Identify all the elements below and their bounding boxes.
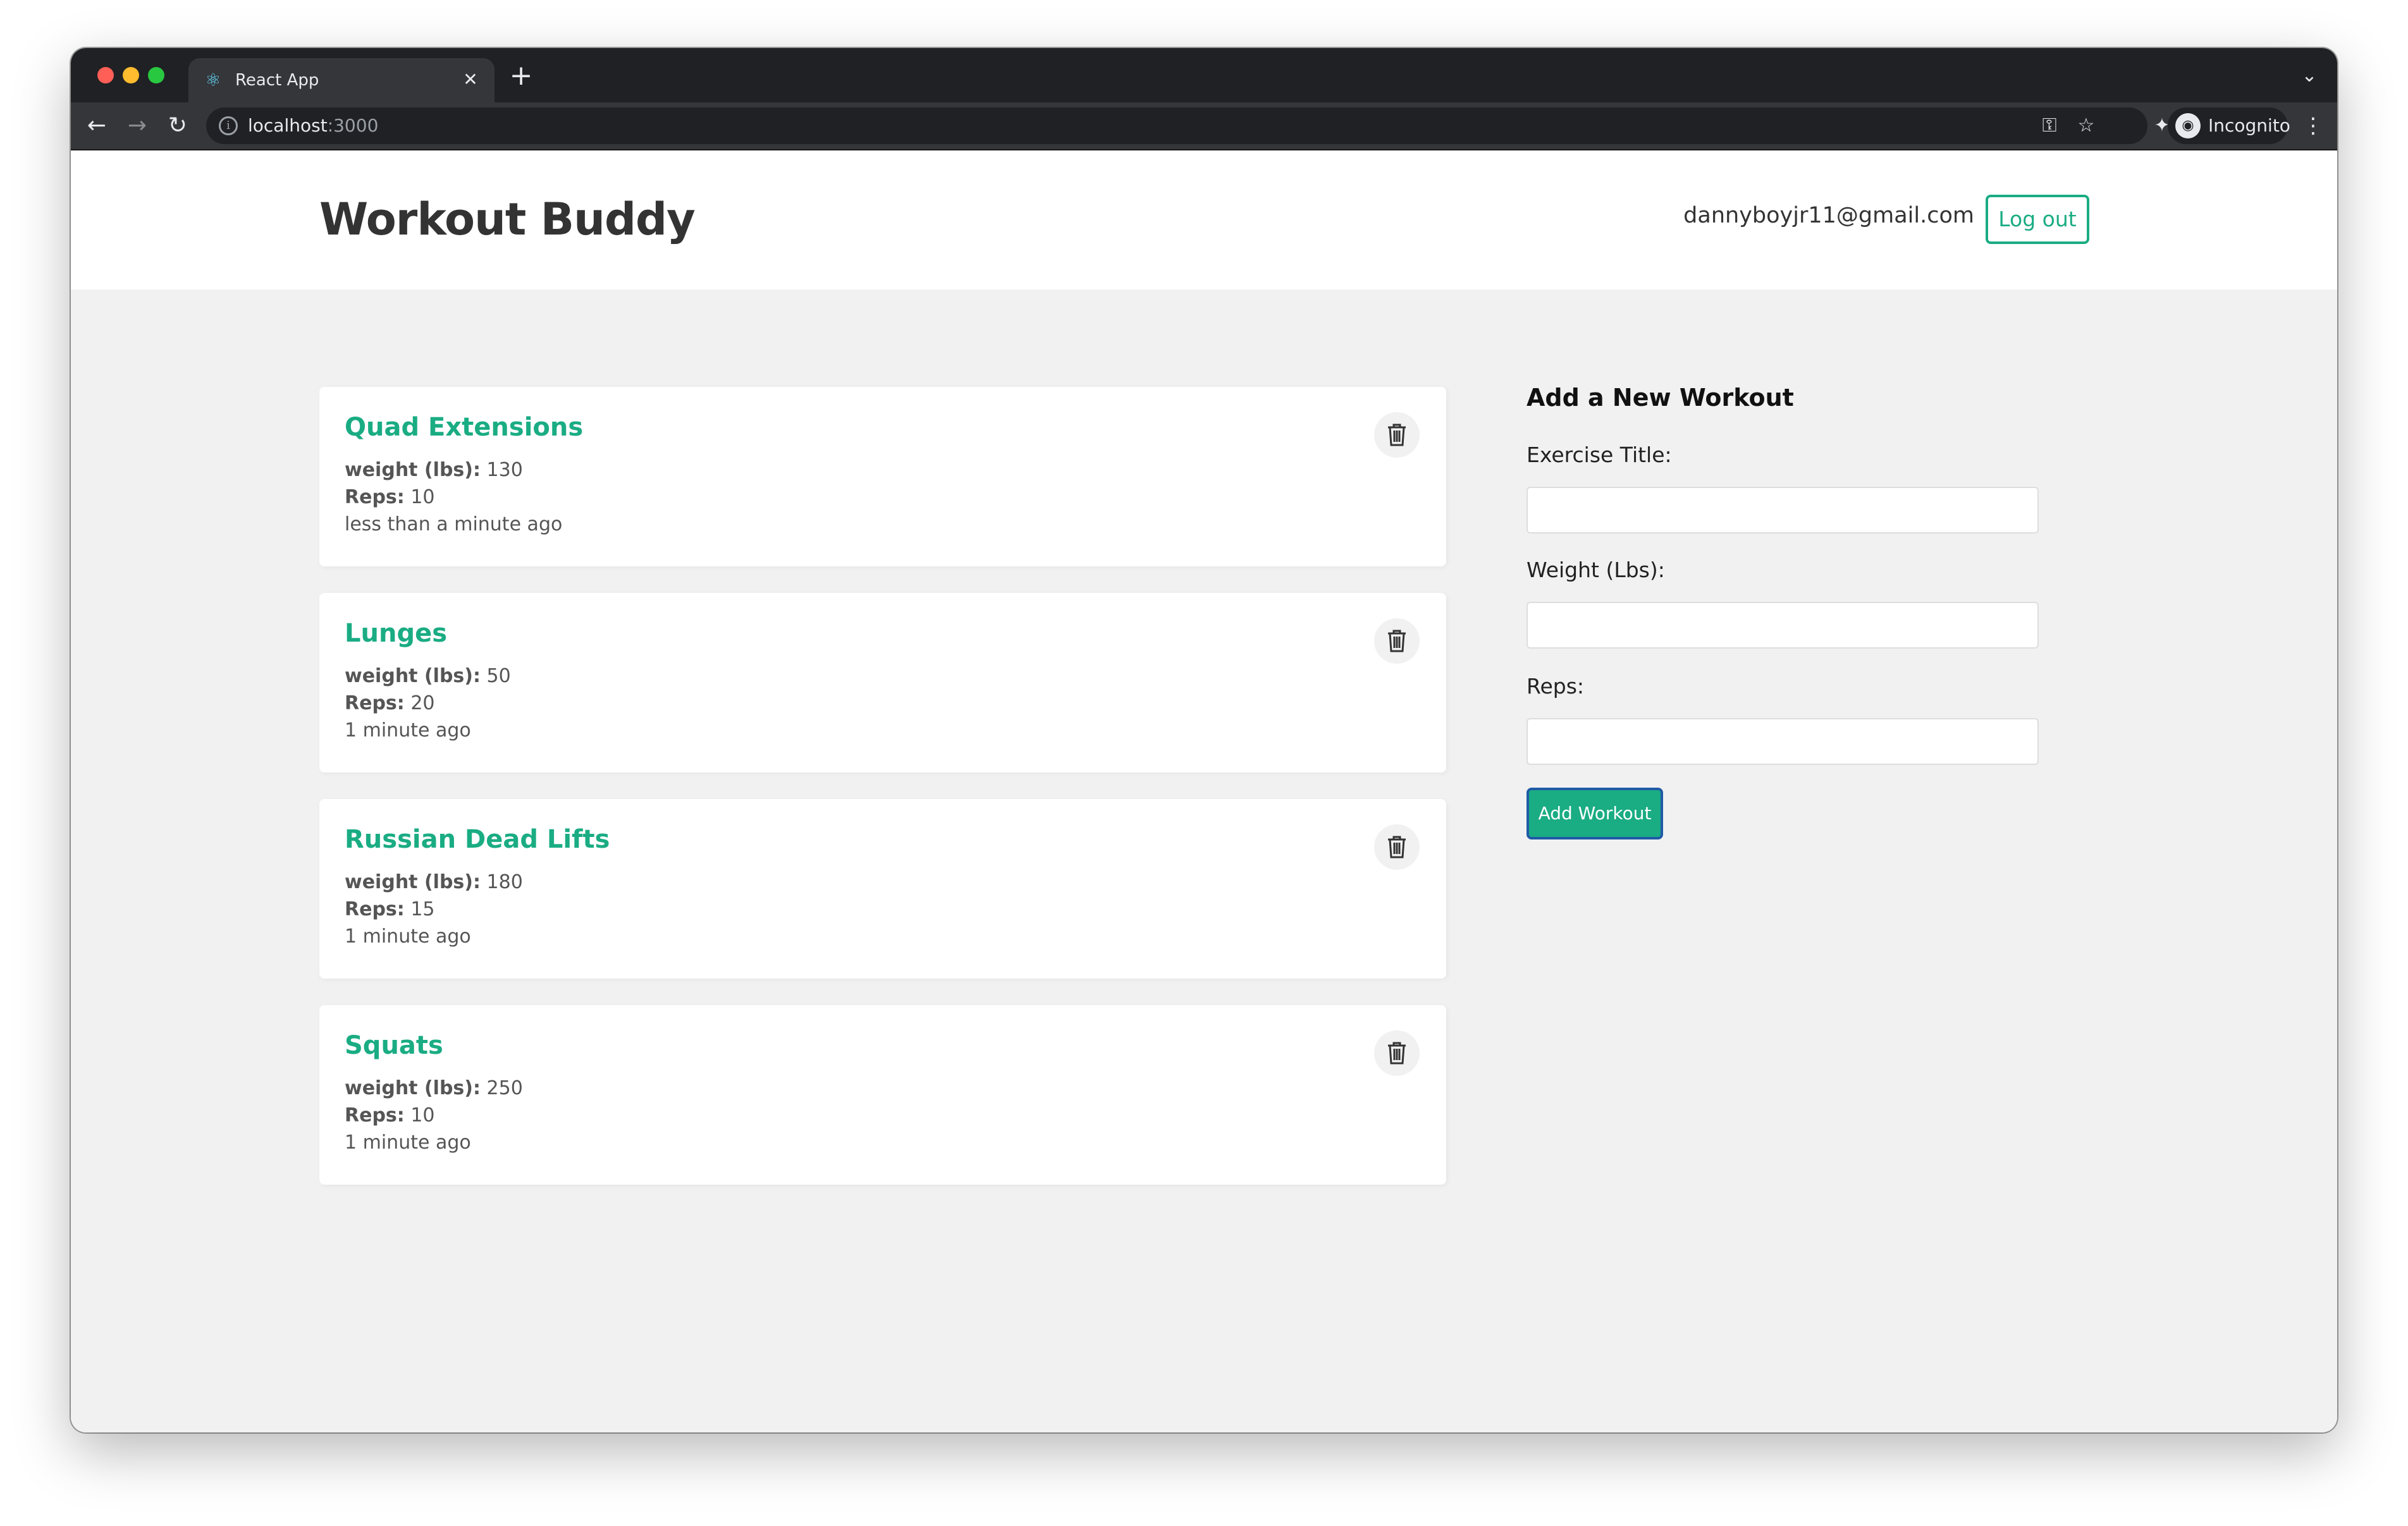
form-title: Add a New Workout [1526,384,1794,412]
star-icon[interactable]: ☆ [2074,114,2098,138]
url-text[interactable]: localhost:3000 [248,115,378,137]
trash-icon[interactable] [1374,824,1420,870]
minimize-window-button[interactable] [123,67,139,83]
workout-reps: Reps: 10 [345,486,435,508]
page: Workout Buddy dannyboyjr11@gmail.com Log… [71,150,2337,1432]
back-icon[interactable]: ← [81,110,113,142]
profile-button[interactable]: ◉ Incognito [2168,107,2290,144]
workout-card: Quad Extensions weight (lbs): 130 Reps: … [319,387,1446,566]
workout-card: Lunges weight (lbs): 50 Reps: 20 1 minut… [319,593,1446,772]
exercise-title-label: Exercise Title: [1526,443,1672,467]
workout-weight: weight (lbs): 50 [345,665,511,687]
address-bar[interactable]: i localhost:3000 ⚿ ☆ [206,107,2147,144]
tab-title: React App [235,71,319,90]
tab-bar: ⚛ React App ✕ + ⌄ [71,48,2337,102]
incognito-icon: ◉ [2175,113,2201,138]
workout-time: 1 minute ago [345,925,471,948]
weight-input[interactable] [1526,602,2039,649]
workout-title: Russian Dead Lifts [345,825,610,854]
exercise-title-input[interactable] [1526,487,2039,534]
workout-time: 1 minute ago [345,1132,471,1154]
app-title[interactable]: Workout Buddy [319,191,696,248]
close-window-button[interactable] [97,67,114,83]
logout-button[interactable]: Log out [1986,195,2089,244]
close-icon[interactable]: ✕ [459,68,482,91]
navbar: Workout Buddy dannyboyjr11@gmail.com Log… [71,150,2337,290]
workout-card: Russian Dead Lifts weight (lbs): 180 Rep… [319,799,1446,979]
workout-title: Squats [345,1031,443,1060]
workout-time: less than a minute ago [345,513,563,535]
weight-label: Weight (Lbs): [1526,558,1665,582]
key-icon[interactable]: ⚿ [2037,114,2061,138]
trash-icon[interactable] [1374,412,1420,458]
chevron-down-icon[interactable]: ⌄ [2297,63,2322,89]
workout-time: 1 minute ago [345,719,471,742]
workout-weight: weight (lbs): 180 [345,871,523,893]
react-icon: ⚛ [205,70,221,90]
workout-reps: Reps: 15 [345,898,435,920]
workout-reps: Reps: 10 [345,1104,435,1126]
browser-window: ⚛ React App ✕ + ⌄ ← → ↻ i localhost:3000… [71,48,2337,1432]
workout-reps: Reps: 20 [345,692,435,714]
browser-tab[interactable]: ⚛ React App ✕ [188,58,494,102]
maximize-window-button[interactable] [148,67,164,83]
plus-icon[interactable]: + [507,62,535,90]
workout-card: Squats weight (lbs): 250 Reps: 10 1 minu… [319,1005,1446,1185]
reps-input[interactable] [1526,718,2039,765]
trash-icon[interactable] [1374,618,1420,664]
more-icon[interactable]: ⋮ [2300,110,2326,142]
user-email: dannyboyjr11@gmail.com [1683,203,1974,228]
profile-label: Incognito [2208,115,2290,136]
browser-toolbar: ← → ↻ i localhost:3000 ⚿ ☆ ✦ ◉ Incognito… [71,102,2337,150]
forward-icon[interactable]: → [121,110,153,142]
workout-title: Lunges [345,619,448,648]
reload-icon[interactable]: ↻ [162,110,194,142]
add-workout-button[interactable]: Add Workout [1526,788,1663,839]
trash-icon[interactable] [1374,1030,1420,1076]
reps-label: Reps: [1526,674,1585,699]
workout-title: Quad Extensions [345,413,584,442]
info-icon[interactable]: i [219,116,238,135]
workout-weight: weight (lbs): 130 [345,459,523,481]
workout-weight: weight (lbs): 250 [345,1077,523,1099]
